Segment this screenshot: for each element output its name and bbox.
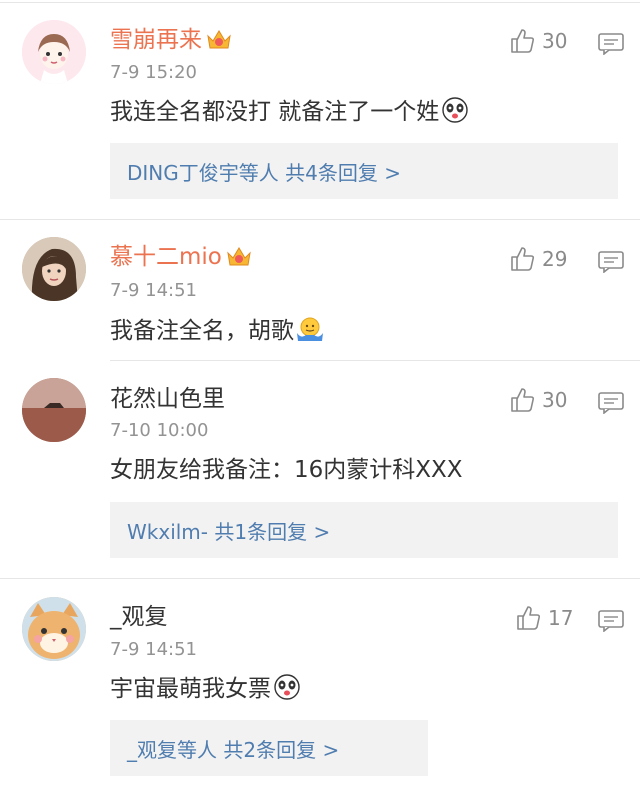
comment-text-content: 我备注全名，胡歌 (110, 318, 294, 344)
comment-divider (0, 219, 640, 220)
like-count: 30 (542, 388, 568, 412)
shrug-emoji (297, 317, 323, 341)
avatar[interactable] (22, 378, 86, 442)
username[interactable]: 花然山色里 (110, 384, 225, 414)
like-button[interactable]: 17 (514, 604, 573, 634)
comment-divider (0, 578, 640, 579)
timestamp: 7-9 15:20 (110, 62, 197, 83)
like-button[interactable]: 30 (508, 27, 567, 57)
comment-divider (110, 360, 640, 361)
comment-text: 我连全名都没打 就备注了一个姓 (110, 96, 469, 127)
reply-comment-icon[interactable] (598, 251, 624, 273)
like-count: 29 (542, 247, 568, 271)
like-count: 17 (548, 606, 574, 630)
thumbs-up-icon (511, 247, 535, 271)
avatar[interactable] (22, 237, 86, 301)
thumbs-up-icon (511, 388, 535, 412)
avatar[interactable] (22, 597, 86, 661)
comment-text: 我备注全名，胡歌 (110, 315, 324, 346)
comment-text-content: 我连全名都没打 就备注了一个姓 (110, 99, 440, 125)
username[interactable]: _观复 (110, 602, 168, 632)
comment-text: 女朋友给我备注：16内蒙计科XXX (110, 457, 463, 483)
like-button[interactable]: 29 (508, 245, 567, 275)
reply-summary-box[interactable]: Wkxilm- 共1条回复 > (110, 502, 618, 558)
reply-summary-box[interactable]: DING丁俊宇等人 共4条回复 > (110, 143, 618, 199)
reply-summary-link[interactable]: DING丁俊宇等人 共4条回复 > (127, 157, 401, 186)
reply-comment-icon[interactable] (598, 392, 624, 414)
vip-crown-icon (227, 247, 251, 266)
timestamp: 7-9 14:51 (110, 639, 197, 660)
like-count: 30 (542, 29, 568, 53)
timestamp: 7-9 14:51 (110, 280, 197, 301)
avatar[interactable] (22, 20, 86, 84)
reply-comment-icon[interactable] (598, 33, 624, 55)
thumbs-up-icon (511, 29, 535, 53)
thumbs-up-icon (517, 606, 541, 630)
username[interactable]: 慕十二mio (110, 242, 252, 272)
top-divider (0, 2, 640, 3)
panda-icon (274, 674, 300, 700)
vip-crown-icon (207, 30, 231, 49)
reply-summary-link[interactable]: _观复等人 共2条回复 > (127, 734, 339, 763)
username[interactable]: 雪崩再来 (110, 25, 232, 55)
username-text[interactable]: 雪崩再来 (110, 27, 202, 53)
comment-text: 宇宙最萌我女票 (110, 673, 301, 704)
reply-comment-icon[interactable] (598, 610, 624, 632)
username-text[interactable]: _观复 (110, 604, 168, 630)
panda-icon (442, 97, 469, 123)
reply-summary-box[interactable]: _观复等人 共2条回复 > (110, 720, 428, 776)
reply-summary-link[interactable]: Wkxilm- 共1条回复 > (127, 516, 330, 545)
timestamp: 7-10 10:00 (110, 420, 209, 441)
comment-text-content: 宇宙最萌我女票 (110, 676, 271, 702)
username-text[interactable]: 慕十二mio (110, 244, 222, 270)
username-text[interactable]: 花然山色里 (110, 386, 225, 412)
like-button[interactable]: 30 (508, 386, 567, 416)
